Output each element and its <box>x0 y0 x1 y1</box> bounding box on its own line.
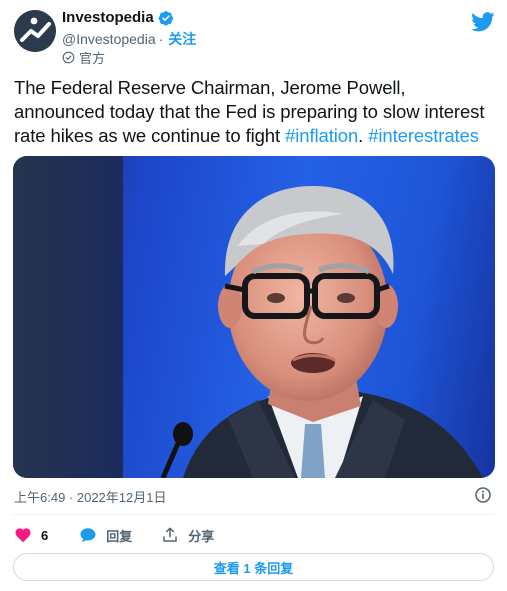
share-button[interactable]: 分享 <box>161 526 214 545</box>
like-button[interactable]: 6 <box>14 526 48 544</box>
author-name[interactable]: Investopedia <box>62 9 154 26</box>
tweet-photo[interactable] <box>13 156 495 478</box>
author-name-row[interactable]: Investopedia <box>62 9 174 26</box>
comment-bubble-icon <box>80 528 96 542</box>
official-label: 官方 <box>79 51 106 66</box>
author-handle-row: @Investopedia · 关注 <box>62 29 196 49</box>
share-upload-icon <box>163 527 177 542</box>
reply-button[interactable]: 回复 <box>79 526 132 545</box>
powell-portrait-illustration <box>13 156 483 478</box>
verified-badge-icon <box>158 10 173 25</box>
tweet-text: The Federal Reserve Chairman, Jerome Pow… <box>14 76 496 148</box>
official-badge-icon <box>62 51 75 64</box>
like-count: 6 <box>41 527 49 543</box>
view-replies-button[interactable]: 查看 1 条回复 <box>13 553 494 581</box>
tweet-actions: 6 回复 分享 <box>14 524 214 546</box>
share-label: 分享 <box>188 528 215 544</box>
twitter-bird-icon[interactable] <box>471 12 495 32</box>
hashtag-inflation[interactable]: #inflation <box>285 125 358 146</box>
tweet-timestamp[interactable]: 上午6:49 · 2022年12月1日 <box>14 487 166 506</box>
divider <box>13 514 495 515</box>
heart-icon <box>15 528 31 543</box>
author-handle[interactable]: @Investopedia <box>62 31 156 47</box>
separator-dot: · <box>158 31 164 47</box>
investopedia-logo <box>14 10 56 52</box>
tweet-card: Investopedia @Investopedia · 关注 官方 The F… <box>0 0 507 591</box>
reply-label: 回复 <box>106 528 133 544</box>
hashtag-interestrates[interactable]: #interestrates <box>368 125 479 146</box>
official-label-row: 官方 <box>62 48 105 67</box>
follow-button[interactable]: 关注 <box>168 29 196 49</box>
avatar[interactable] <box>14 10 56 52</box>
tweet-body-mid: . <box>358 125 369 146</box>
info-icon[interactable] <box>475 487 491 503</box>
